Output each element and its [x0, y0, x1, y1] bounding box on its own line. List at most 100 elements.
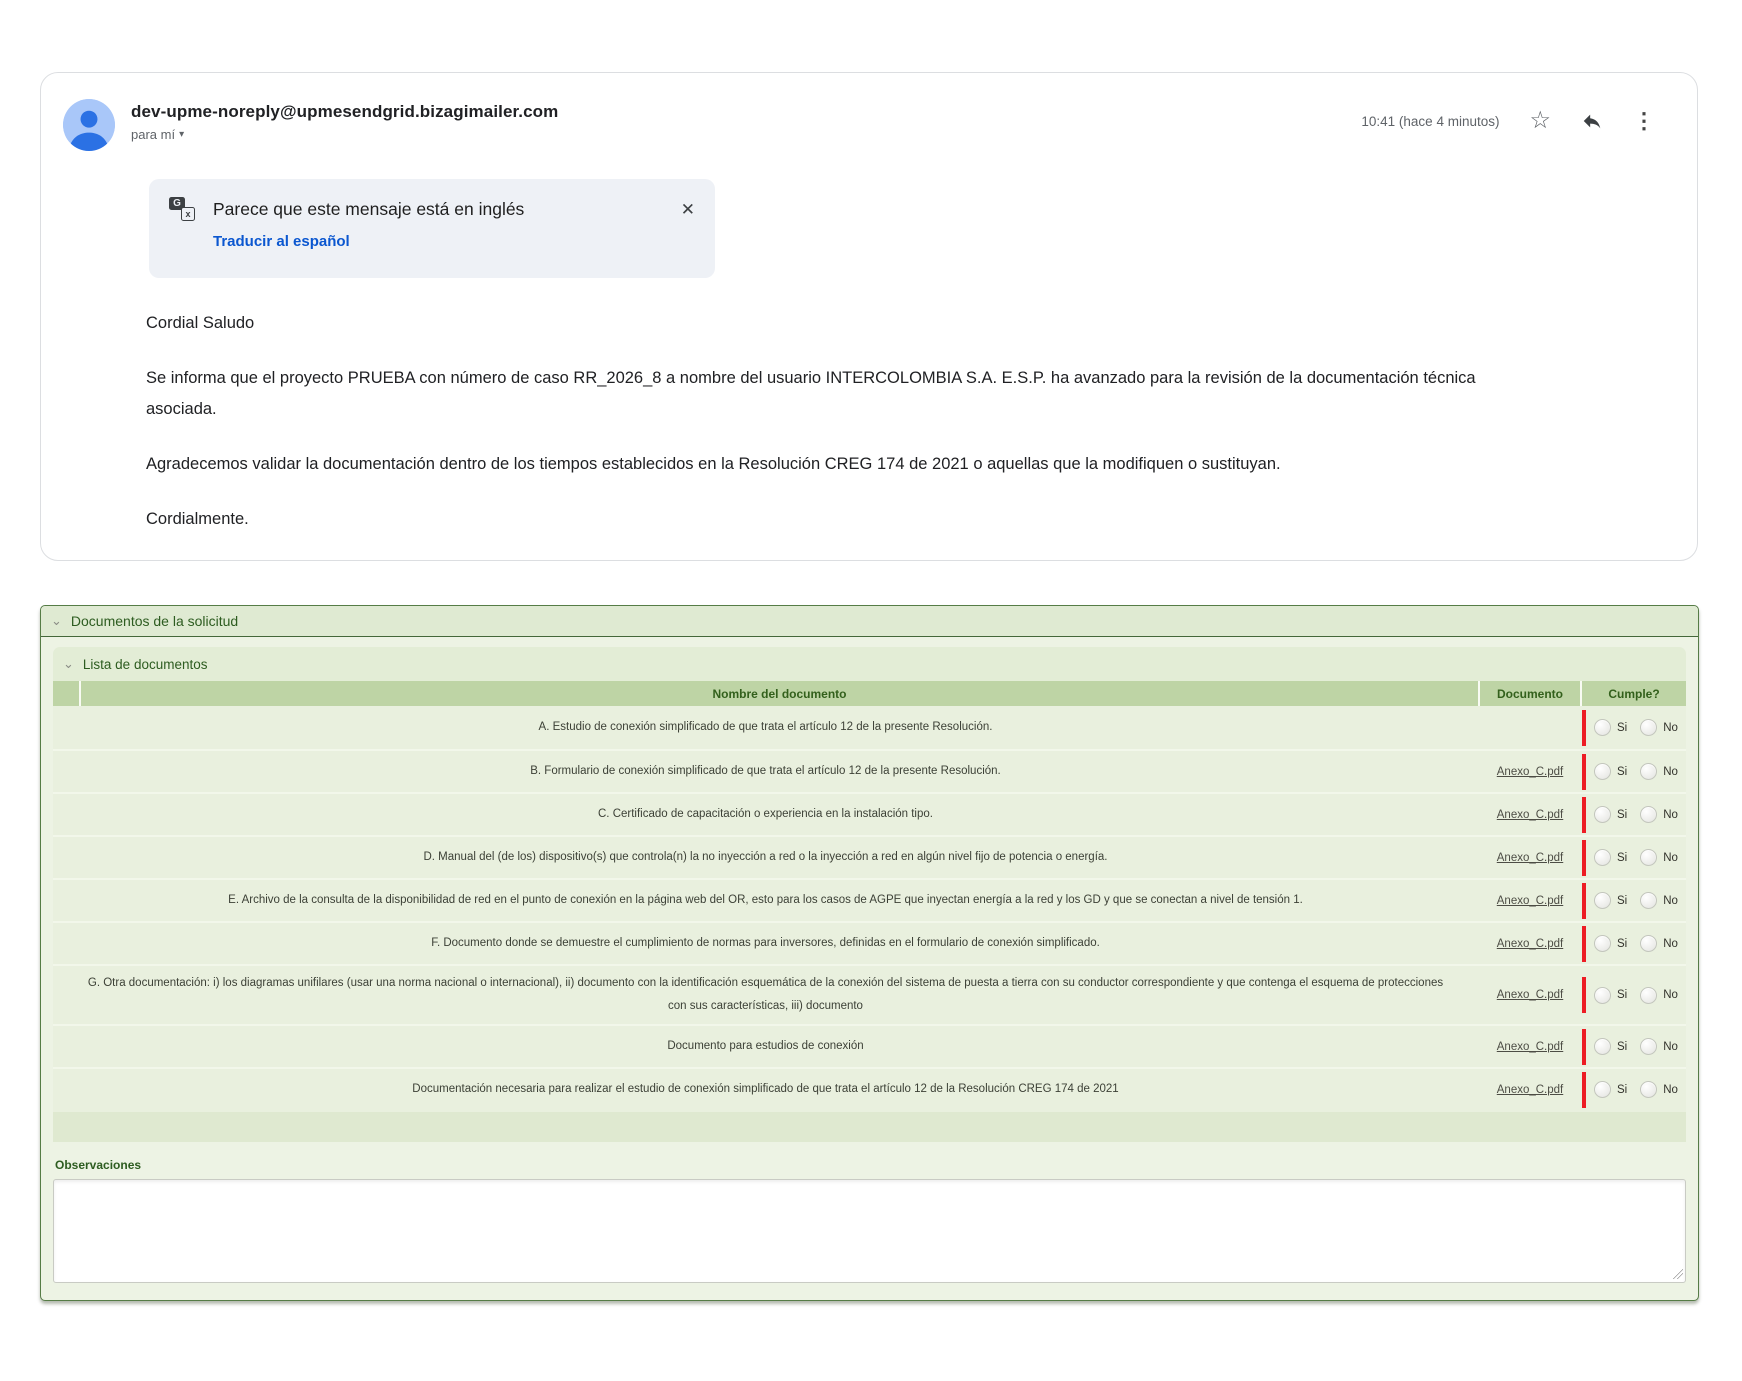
complies-cell: Si No: [1582, 706, 1686, 749]
table-row: Documento para estudios de conexión Anex…: [53, 1024, 1686, 1067]
document-link[interactable]: Anexo_C.pdf: [1497, 809, 1564, 821]
radio-si[interactable]: [1594, 849, 1611, 866]
table-row: G. Otra documentación: i) los diagramas …: [53, 964, 1686, 1024]
close-icon: ✕: [681, 201, 695, 218]
documents-table: Nombre del documento Documento Cumple? A…: [53, 681, 1686, 1142]
more-options-button[interactable]: ⋮: [1633, 110, 1655, 132]
document-cell: Anexo_C.pdf: [1480, 766, 1580, 778]
radio-si[interactable]: [1594, 892, 1611, 909]
observations-label: Observaciones: [55, 1158, 1686, 1172]
document-name: Documento para estudios de conexión: [53, 1029, 1478, 1064]
complies-cell: Si No: [1582, 794, 1686, 835]
table-row: Documentación necesaria para realizar el…: [53, 1067, 1686, 1110]
radio-no[interactable]: [1640, 1081, 1657, 1098]
radio-no[interactable]: [1640, 1038, 1657, 1055]
required-indicator: [1582, 797, 1586, 833]
table-row: F. Documento donde se demuestre el cumpl…: [53, 921, 1686, 964]
complies-cell: Si No: [1582, 880, 1686, 921]
document-link[interactable]: Anexo_C.pdf: [1497, 852, 1564, 864]
email-card: dev-upme-noreply@upmesendgrid.bizagimail…: [40, 72, 1698, 561]
document-name: A. Estudio de conexión simplificado de q…: [53, 710, 1478, 745]
documents-panel: ⌄ Documentos de la solicitud ⌄ Lista de …: [40, 605, 1699, 1301]
radio-si[interactable]: [1594, 1038, 1611, 1055]
table-row: E. Archivo de la consulta de la disponib…: [53, 878, 1686, 921]
radio-si[interactable]: [1594, 719, 1611, 736]
required-indicator: [1582, 926, 1586, 962]
panel-body: ⌄ Lista de documentos Nombre del documen…: [41, 637, 1698, 1295]
section-header-documentos[interactable]: ⌄ Documentos de la solicitud: [41, 606, 1698, 637]
document-cell: Anexo_C.pdf: [1480, 852, 1580, 864]
document-link[interactable]: Anexo_C.pdf: [1497, 938, 1564, 950]
required-indicator: [1582, 977, 1586, 1013]
email-closing: Cordialmente.: [146, 504, 1476, 535]
radio-si[interactable]: [1594, 806, 1611, 823]
document-link[interactable]: Anexo_C.pdf: [1497, 1084, 1564, 1096]
required-indicator: [1582, 840, 1586, 876]
caret-down-icon: ▾: [179, 129, 184, 140]
translate-link[interactable]: Traducir al español: [213, 233, 350, 250]
document-cell: Anexo_C.pdf: [1480, 809, 1580, 821]
document-name: E. Archivo de la consulta de la disponib…: [53, 883, 1478, 918]
email-paragraph-1: Se informa que el proyecto PRUEBA con nú…: [146, 363, 1476, 425]
reply-icon: [1581, 110, 1603, 132]
complies-cell: Si No: [1582, 1026, 1686, 1067]
radio-si[interactable]: [1594, 935, 1611, 952]
radio-no[interactable]: [1640, 763, 1657, 780]
document-link[interactable]: Anexo_C.pdf: [1497, 766, 1564, 778]
sender-email: dev-upme-noreply@upmesendgrid.bizagimail…: [131, 102, 558, 122]
complies-cell: Si No: [1582, 751, 1686, 792]
complies-cell: Si No: [1582, 966, 1686, 1024]
email-timestamp: 10:41 (hace 4 minutos): [1361, 114, 1499, 129]
document-link[interactable]: Anexo_C.pdf: [1497, 1041, 1564, 1053]
chevron-down-icon[interactable]: ⌄: [63, 657, 74, 670]
chevron-down-icon[interactable]: ⌄: [51, 614, 62, 627]
section-header-lista[interactable]: ⌄ Lista de documentos: [53, 647, 1686, 681]
reply-button[interactable]: [1581, 110, 1603, 132]
radio-no[interactable]: [1640, 987, 1657, 1004]
document-name: Documentación necesaria para realizar el…: [53, 1072, 1478, 1107]
document-link[interactable]: Anexo_C.pdf: [1497, 895, 1564, 907]
radio-no[interactable]: [1640, 935, 1657, 952]
document-name: C. Certificado de capacitación o experie…: [53, 797, 1478, 832]
close-banner-button[interactable]: ✕: [681, 201, 695, 218]
radio-no[interactable]: [1640, 892, 1657, 909]
email-header: dev-upme-noreply@upmesendgrid.bizagimail…: [63, 99, 1667, 151]
document-link[interactable]: Anexo_C.pdf: [1497, 989, 1564, 1001]
required-indicator: [1582, 710, 1586, 746]
star-icon: ☆: [1529, 109, 1551, 133]
more-vert-icon: ⋮: [1633, 110, 1655, 132]
email-greeting: Cordial Saludo: [146, 308, 1476, 339]
email-paragraph-2: Agradecemos validar la documentación den…: [146, 449, 1476, 480]
required-indicator: [1582, 754, 1586, 790]
subsection-title: Lista de documentos: [83, 657, 208, 672]
email-body: Cordial Saludo Se informa que el proyect…: [146, 308, 1476, 535]
table-footer-strip: [53, 1112, 1686, 1142]
observations-textarea[interactable]: [53, 1179, 1686, 1283]
table-body: A. Estudio de conexión simplificado de q…: [53, 706, 1686, 1110]
radio-si[interactable]: [1594, 987, 1611, 1004]
radio-si[interactable]: [1594, 1081, 1611, 1098]
avatar[interactable]: [63, 99, 115, 151]
person-icon: [63, 99, 115, 151]
translate-message: Parece que este mensaje está en inglés: [213, 199, 524, 220]
section-title: Documentos de la solicitud: [71, 613, 238, 629]
sender-block: dev-upme-noreply@upmesendgrid.bizagimail…: [131, 99, 558, 142]
required-indicator: [1582, 1029, 1586, 1065]
document-name: D. Manual del (de los) dispositivo(s) qu…: [53, 840, 1478, 875]
document-cell: Anexo_C.pdf: [1480, 1084, 1580, 1096]
email-meta: 10:41 (hace 4 minutos) ☆ ⋮: [1361, 99, 1667, 133]
complies-cell: Si No: [1582, 837, 1686, 878]
document-cell: Anexo_C.pdf: [1480, 989, 1580, 1001]
radio-no[interactable]: [1640, 719, 1657, 736]
radio-si[interactable]: [1594, 763, 1611, 780]
recipient-dropdown[interactable]: para mí ▾: [131, 127, 558, 142]
table-header-row: Nombre del documento Documento Cumple?: [53, 681, 1686, 706]
complies-cell: Si No: [1582, 1069, 1686, 1110]
required-indicator: [1582, 883, 1586, 919]
translate-banner: G x Parece que este mensaje está en ingl…: [149, 179, 715, 278]
radio-no[interactable]: [1640, 849, 1657, 866]
star-button[interactable]: ☆: [1529, 109, 1551, 133]
radio-no[interactable]: [1640, 806, 1657, 823]
document-cell: Anexo_C.pdf: [1480, 938, 1580, 950]
table-row: D. Manual del (de los) dispositivo(s) qu…: [53, 835, 1686, 878]
